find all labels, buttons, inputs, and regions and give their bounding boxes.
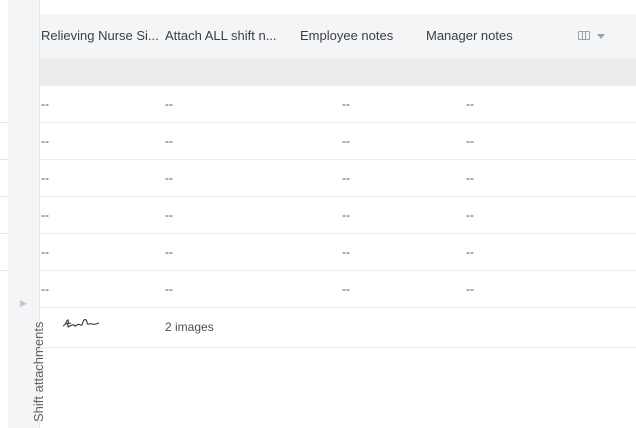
table-body: -- -- -- -- -- -- -- -- -- -- -- -- -- -… <box>40 86 636 348</box>
table-cell: -- <box>165 208 173 222</box>
column-header-employee-notes[interactable]: Employee notes <box>300 14 393 58</box>
table-cell: -- <box>41 282 49 296</box>
row-edge-line <box>0 159 8 160</box>
table-cell: -- <box>466 282 474 296</box>
table-cell: -- <box>466 208 474 222</box>
table-cell: -- <box>41 245 49 259</box>
signature-thumbnail[interactable] <box>62 314 100 330</box>
table-row[interactable]: -- -- -- -- <box>40 86 636 123</box>
table-cell: -- <box>342 208 350 222</box>
table-cell: -- <box>165 282 173 296</box>
row-edge-line <box>0 270 8 271</box>
column-header-attach-shift[interactable]: Attach ALL shift n... <box>165 14 277 58</box>
group-header-band <box>40 58 636 86</box>
row-edge-line <box>0 196 8 197</box>
expand-arrow-icon[interactable]: ▶ <box>20 298 27 308</box>
table-header: Relieving Nurse Si... Attach ALL shift n… <box>40 14 636 58</box>
table-cell: -- <box>41 134 49 148</box>
table-row[interactable]: -- -- -- -- <box>40 271 636 308</box>
table-cell: -- <box>41 171 49 185</box>
columns-icon <box>578 31 590 40</box>
table-cell: -- <box>342 245 350 259</box>
table-cell: -- <box>342 171 350 185</box>
left-edge-strip <box>0 0 8 428</box>
table-cell: -- <box>466 171 474 185</box>
table-cell: -- <box>342 282 350 296</box>
table-cell: -- <box>165 245 173 259</box>
table-row[interactable]: -- -- -- -- <box>40 160 636 197</box>
table-cell: -- <box>466 97 474 111</box>
row-edge-line <box>0 233 8 234</box>
table-cell: -- <box>466 245 474 259</box>
shift-attachments-panel[interactable]: ▶ Shift attachments <box>8 0 46 428</box>
row-edge-line <box>0 122 8 123</box>
column-header-manager-notes[interactable]: Manager notes <box>426 14 513 58</box>
table-row-attachments[interactable]: 2 images <box>40 308 636 348</box>
table-cell: -- <box>165 134 173 148</box>
table-row[interactable]: -- -- -- -- <box>40 197 636 234</box>
caret-down-icon <box>597 34 605 39</box>
column-settings-button[interactable] <box>578 28 608 44</box>
table-row[interactable]: -- -- -- -- <box>40 123 636 160</box>
table-cell: -- <box>342 134 350 148</box>
table-cell: -- <box>466 134 474 148</box>
table-cell: -- <box>165 171 173 185</box>
table-cell: -- <box>41 208 49 222</box>
table-cell: -- <box>342 97 350 111</box>
table-cell: -- <box>41 97 49 111</box>
images-link[interactable]: 2 images <box>165 308 214 347</box>
table-row[interactable]: -- -- -- -- <box>40 234 636 271</box>
column-header-relieving-nurse[interactable]: Relieving Nurse Si... <box>41 14 159 58</box>
table-cell: -- <box>165 97 173 111</box>
